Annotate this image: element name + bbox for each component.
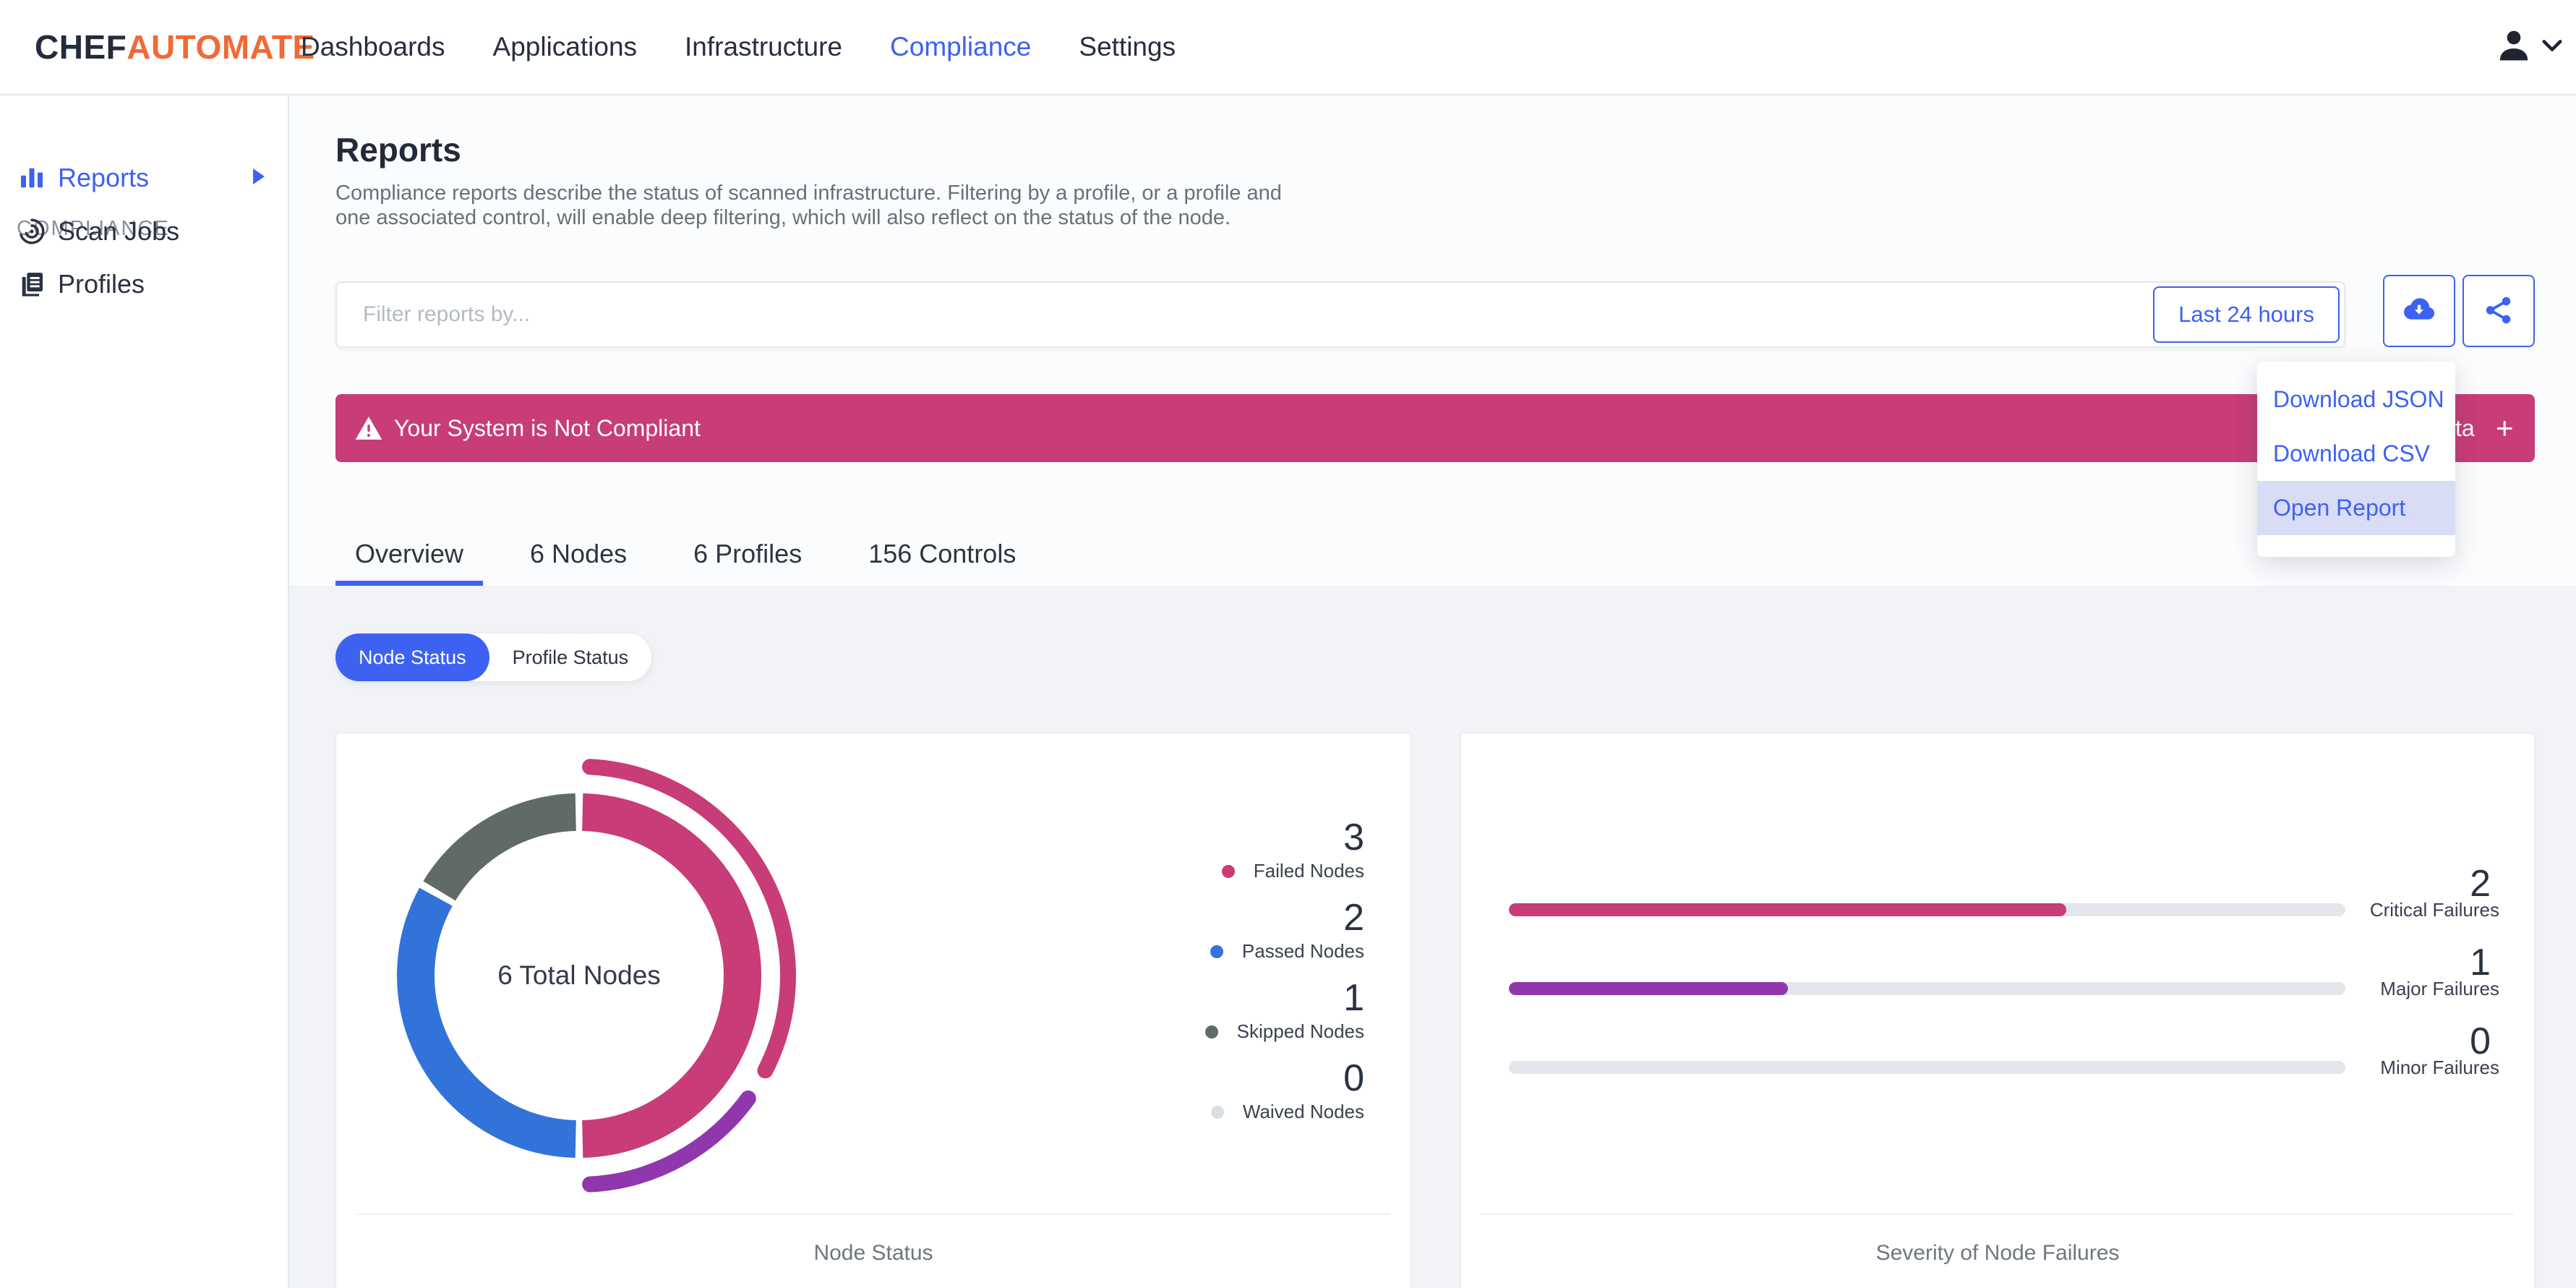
banner-plus-icon[interactable]: + <box>2496 394 2514 462</box>
sidebar-item-scan-jobs[interactable]: Scan Jobs <box>0 211 288 252</box>
user-profile-icon <box>2494 25 2534 69</box>
toggle-profile-status[interactable]: Profile Status <box>489 634 652 681</box>
legend-label: Waived Nodes <box>1242 1101 1364 1122</box>
share-icon <box>2482 294 2515 329</box>
scan-icon <box>16 216 48 247</box>
time-range-button[interactable]: Last 24 hours <box>2153 286 2340 343</box>
status-toggle: Node Status Profile Status <box>335 634 652 681</box>
major-failures-label: Major Failures <box>2380 978 2499 999</box>
node-status-caption: Node Status <box>813 1241 933 1265</box>
tab-controls[interactable]: 156 Controls <box>849 526 1035 586</box>
menu-item-open-report[interactable]: Open Report <box>2257 481 2455 535</box>
tab-nodes[interactable]: 6 Nodes <box>510 526 646 586</box>
legend-entry-skipped[interactable]: 1 Skipped Nodes <box>1176 978 1364 1043</box>
legend-label: Passed Nodes <box>1241 940 1364 962</box>
warning-triangle-icon <box>354 414 383 446</box>
user-menu[interactable] <box>2494 0 2563 94</box>
bar-chart-icon <box>16 162 48 194</box>
filter-reports-input[interactable] <box>363 286 2156 344</box>
critical-failures-label: Critical Failures <box>2369 899 2499 921</box>
caret-right-icon <box>253 168 265 188</box>
critical-failures-count: 2 <box>2470 863 2491 905</box>
passed-dot-icon <box>1210 944 1223 958</box>
report-tabs: Overview 6 Nodes 6 Profiles 156 Controls <box>335 526 1035 586</box>
sidebar-item-label: Profiles <box>58 269 145 299</box>
not-compliant-banner: Your System is Not Compliant ta + <box>335 394 2535 462</box>
major-failures-count: 1 <box>2470 942 2491 984</box>
banner-message: Your System is Not Compliant <box>394 414 701 441</box>
report-filter-bar: Last 24 hours <box>335 281 2345 348</box>
minor-failures-count: 0 <box>2470 1020 2491 1062</box>
card-divider <box>1481 1214 2514 1215</box>
major-failures-fill <box>1509 982 1788 995</box>
sidebar-item-label: Reports <box>58 163 150 192</box>
page-description: Compliance reports describe the status o… <box>335 181 1282 230</box>
node-status-legend: 3 Failed Nodes 2 Passed Nodes 1 Skipped … <box>1176 817 1364 1138</box>
menu-item-download-csv[interactable]: Download CSV <box>2257 427 2455 481</box>
nav-item-applications[interactable]: Applications <box>493 32 638 62</box>
severity-caption: Severity of Node Failures <box>1875 1241 2120 1265</box>
cloud-download-icon <box>2400 291 2438 331</box>
profiles-icon <box>16 268 48 300</box>
primary-nav: Dashboards Applications Infrastructure C… <box>301 0 1176 94</box>
skipped-dot-icon <box>1204 1025 1218 1038</box>
nav-item-infrastructure[interactable]: Infrastructure <box>685 32 842 62</box>
chevron-down-icon <box>2541 38 2563 56</box>
sidebar-item-label: Scan Jobs <box>58 216 180 246</box>
page-description-line1: Compliance reports describe the status o… <box>335 182 1282 205</box>
passed-nodes-count: 2 <box>1343 897 1364 939</box>
sidebar-item-reports[interactable]: Reports <box>0 158 288 198</box>
compliance-sidebar: COMPLIANCE Reports Scan Jobs Profiles <box>0 95 289 1288</box>
severity-card: 2 Critical Failures 1 Major Failures 0 M… <box>1460 733 2535 1288</box>
tab-profiles[interactable]: 6 Profiles <box>674 526 821 586</box>
skipped-nodes-count: 1 <box>1343 977 1364 1019</box>
page-title: Reports <box>335 131 461 169</box>
node-status-card: 6 Total Nodes 3 Failed Nodes 2 Passed No… <box>335 733 1411 1288</box>
toggle-node-status[interactable]: Node Status <box>335 634 489 681</box>
download-menu: Download JSON Download CSV Open Report <box>2257 362 2455 557</box>
legend-label: Failed Nodes <box>1253 860 1364 882</box>
legend-entry-failed[interactable]: 3 Failed Nodes <box>1176 817 1364 882</box>
legend-entry-passed[interactable]: 2 Passed Nodes <box>1176 897 1364 963</box>
failed-dot-icon <box>1221 864 1235 878</box>
waived-nodes-count: 0 <box>1343 1057 1364 1099</box>
sidebar-item-profiles[interactable]: Profiles <box>0 264 288 304</box>
donut-center-label: 6 Total Nodes <box>497 960 661 990</box>
tab-overview[interactable]: Overview <box>335 526 484 586</box>
logo-chef: CHEF <box>35 28 127 66</box>
node-status-chart: 6 Total Nodes <box>348 744 810 1207</box>
chef-automate-app: CHEF AUTOMATE Dashboards Applications Inf… <box>0 0 2576 1288</box>
waived-dot-icon <box>1210 1105 1224 1119</box>
banner-action-partial-label[interactable]: ta <box>2455 394 2475 462</box>
download-report-button[interactable] <box>2383 275 2455 347</box>
share-button[interactable] <box>2462 275 2535 347</box>
menu-item-download-json[interactable]: Download JSON <box>2257 372 2455 427</box>
page-description-line2: one associated control, will enable deep… <box>335 206 1231 229</box>
card-divider <box>356 1214 1390 1215</box>
critical-failures-fill <box>1509 903 2067 916</box>
legend-entry-waived[interactable]: 0 Waived Nodes <box>1176 1058 1364 1123</box>
minor-failures-label: Minor Failures <box>2380 1057 2499 1078</box>
logo-automate: AUTOMATE <box>127 28 315 66</box>
nav-item-settings[interactable]: Settings <box>1079 32 1176 62</box>
nav-item-compliance[interactable]: Compliance <box>890 32 1031 62</box>
top-navigation-bar: CHEF AUTOMATE Dashboards Applications Inf… <box>0 0 2576 95</box>
chef-automate-logo[interactable]: CHEF AUTOMATE <box>35 0 315 94</box>
legend-label: Skipped Nodes <box>1236 1020 1364 1042</box>
nav-item-dashboards[interactable]: Dashboards <box>301 32 445 62</box>
failed-nodes-count: 3 <box>1343 816 1364 858</box>
